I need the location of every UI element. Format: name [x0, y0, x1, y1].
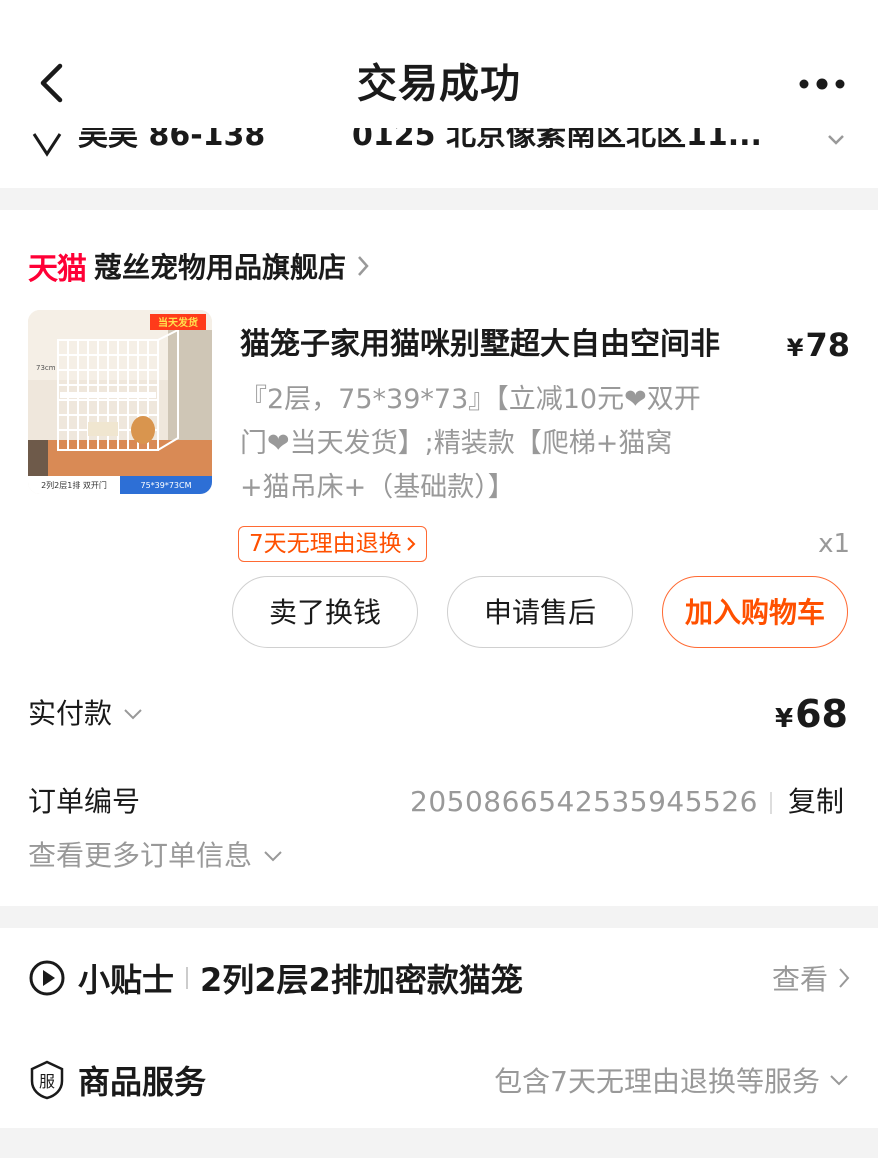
- chevron-right-icon: [406, 537, 416, 551]
- service-icon-char: 服: [39, 1072, 55, 1091]
- product-thumbnail[interactable]: 73cm 当天发货 2列2层1排 双开门 75*39*73CM: [28, 310, 212, 494]
- service-row[interactable]: 服 商品服务 包含7天无理由退换等服务: [28, 1058, 850, 1102]
- thumbnail-height-label: 73cm: [36, 364, 56, 372]
- tips-service-card: 小贴士 2列2层2排加密款猫笼 查看 服 商品服务 包含7天无理由退换等服务: [0, 928, 878, 1128]
- return-policy-label: 7天无理由退换: [249, 531, 402, 557]
- thumbnail-caption-left: 2列2层1排 双开门: [41, 480, 107, 490]
- paid-label-toggle[interactable]: 实付款: [28, 694, 144, 734]
- product-title[interactable]: 猫笼子家用猫咪别墅超大自由空间非: [240, 324, 760, 366]
- paid-amount-value: 68: [795, 692, 848, 736]
- tips-label: 小贴士: [78, 961, 175, 999]
- address-text: 0125 北京像素南区北区11...: [352, 128, 762, 153]
- chevron-right-icon: [839, 968, 850, 988]
- address-card[interactable]: 吴吴 86-138 0125 北京像素南区北区11...: [0, 128, 878, 188]
- more-order-info-label: 查看更多订单信息: [28, 839, 253, 872]
- order-number: 2050866542535945526: [410, 785, 758, 818]
- tips-row[interactable]: 小贴士 2列2层2排加密款猫笼 查看: [28, 956, 850, 1000]
- chevron-down-icon: [826, 128, 846, 155]
- thumbnail-badge: 当天发货: [158, 316, 198, 329]
- service-shield-icon: 服: [30, 1060, 64, 1100]
- add-to-cart-button[interactable]: 加入购物车: [662, 576, 848, 648]
- currency-symbol: ¥: [775, 704, 794, 734]
- top-bar: 交易成功: [0, 0, 878, 128]
- store-name: 蔻丝宠物用品旗舰店: [94, 251, 347, 284]
- service-label: 商品服务: [78, 1063, 207, 1101]
- tips-view-label: 查看: [771, 963, 828, 996]
- more-dots-icon[interactable]: [790, 62, 854, 106]
- play-circle-icon: [29, 960, 65, 996]
- more-order-info-toggle[interactable]: 查看更多订单信息: [28, 836, 284, 876]
- product-price: ¥78: [770, 324, 850, 369]
- tips-view-link[interactable]: 查看: [772, 956, 850, 1000]
- price-value: 78: [805, 326, 850, 364]
- order-number-label: 订单编号: [28, 785, 141, 818]
- service-summary-text: 包含7天无理由退换等服务: [494, 1065, 820, 1098]
- chevron-down-icon: [124, 709, 142, 720]
- copy-button[interactable]: 复制: [788, 782, 844, 822]
- quantity: x1: [818, 529, 850, 559]
- store-header[interactable]: 天猫 蔻丝宠物用品旗舰店: [28, 246, 370, 287]
- sell-button[interactable]: 卖了换钱: [232, 576, 418, 648]
- thumbnail-caption-right: 75*39*73CM: [140, 481, 191, 490]
- chevron-right-icon: [356, 254, 370, 278]
- paid-amount: ¥68: [700, 690, 848, 743]
- chevron-down-icon: [264, 851, 282, 862]
- divider: [770, 792, 772, 814]
- order-card: 天猫 蔻丝宠物用品旗舰店 73cm 当天发货 2列2层1排 双开门 75*39*…: [0, 210, 878, 906]
- chevron-down-icon: [830, 1075, 848, 1086]
- address-name-phone: 吴吴 86-138: [78, 128, 266, 153]
- divider: [186, 967, 189, 989]
- paid-label: 实付款: [28, 697, 113, 730]
- return-policy-tag[interactable]: 7天无理由退换: [238, 526, 427, 562]
- service-summary[interactable]: 包含7天无理由退换等服务: [494, 1058, 850, 1102]
- location-pin-icon: [30, 128, 64, 158]
- tmall-logo: 天猫: [28, 252, 87, 287]
- product-spec: 『2层，75*39*73』【立减10元❤双开门❤当天发货】;精装款【爬梯+猫窝+…: [240, 384, 701, 503]
- currency-symbol: ¥: [786, 334, 804, 362]
- tips-text: 2列2层2排加密款猫笼: [200, 961, 523, 999]
- page-title: 交易成功: [357, 61, 521, 107]
- after-sale-button[interactable]: 申请售后: [447, 576, 633, 648]
